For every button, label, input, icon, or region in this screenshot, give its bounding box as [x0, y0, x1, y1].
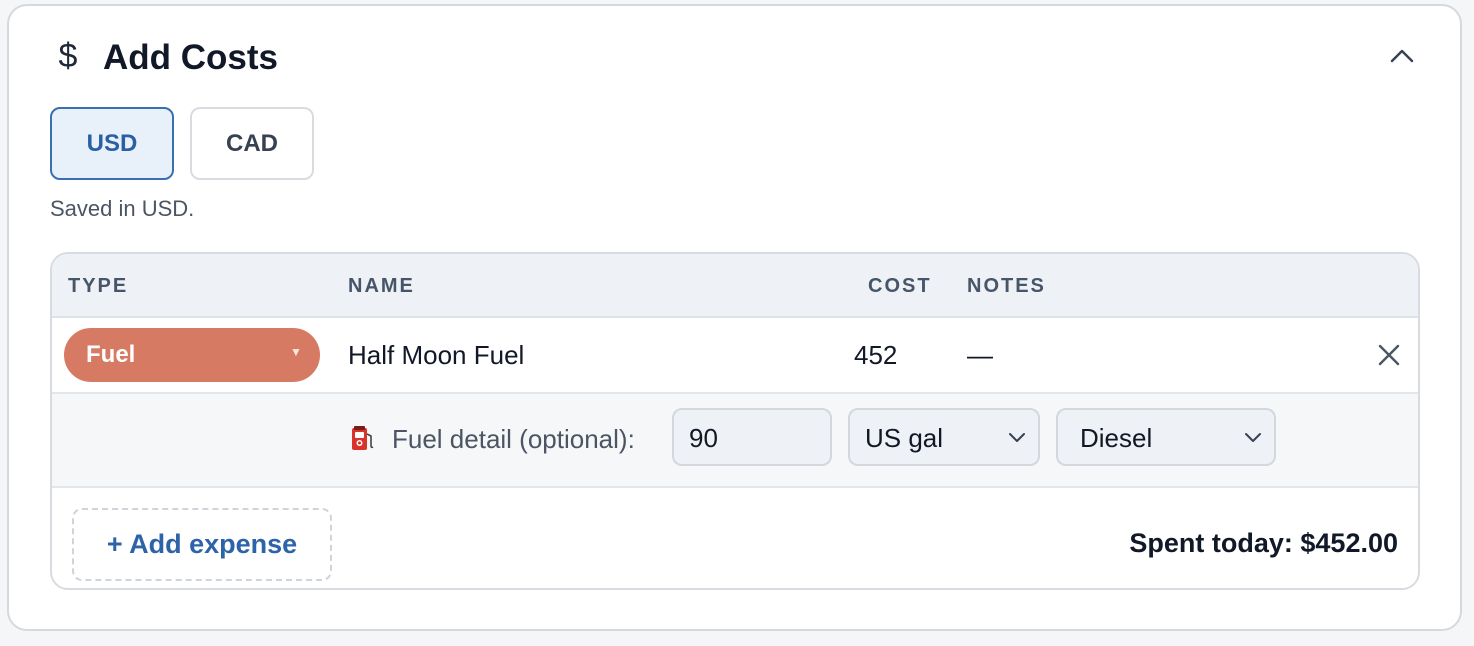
column-header-type: TYPE	[68, 275, 129, 297]
panel-header: $ Add Costs	[9, 6, 1460, 106]
currency-cad-button[interactable]: CAD	[190, 107, 314, 180]
add-expense-button[interactable]: + Add expense	[72, 508, 332, 581]
saved-currency-note: Saved in USD.	[50, 196, 195, 221]
expense-type-label: Fuel	[86, 341, 136, 368]
close-icon[interactable]	[1374, 340, 1404, 370]
expense-cost[interactable]: 452	[854, 340, 897, 371]
fuel-pump-icon	[352, 426, 374, 450]
spent-today-total: Spent today: $452.00	[1129, 528, 1398, 558]
chevron-up-icon[interactable]	[1387, 44, 1417, 68]
fuel-detail-row: Fuel detail (optional): 90 US gal Diesel	[52, 394, 1418, 488]
table-row: Fuel ▼ Half Moon Fuel 452 —	[52, 318, 1418, 394]
column-header-notes: NOTES	[967, 275, 1046, 297]
table-footer: + Add expense Spent today: $452.00	[52, 488, 1418, 588]
costs-table: TYPE NAME COST NOTES Fuel ▼ Half Moon Fu…	[50, 252, 1420, 590]
add-costs-panel: $ Add Costs USD CAD Saved in USD. TYPE N…	[7, 4, 1462, 631]
fuel-quantity-value: 90	[689, 423, 718, 453]
column-header-name: NAME	[348, 275, 415, 297]
chevron-down-icon	[1245, 433, 1261, 442]
currency-usd-button[interactable]: USD	[50, 107, 174, 180]
fuel-unit-select[interactable]: US gal	[848, 408, 1040, 466]
fuel-type-value: Diesel	[1080, 423, 1153, 453]
chevron-down-icon	[1009, 433, 1025, 442]
panel-title: Add Costs	[103, 38, 278, 77]
column-header-cost: COST	[868, 275, 932, 297]
table-header: TYPE NAME COST NOTES	[52, 254, 1418, 318]
fuel-detail-label: Fuel detail (optional):	[392, 424, 635, 454]
expense-type-select[interactable]: Fuel ▼	[64, 328, 320, 382]
fuel-unit-value: US gal	[865, 423, 944, 453]
fuel-type-select[interactable]: Diesel	[1056, 408, 1276, 466]
fuel-quantity-input[interactable]: 90	[672, 408, 832, 466]
dollar-icon: $	[58, 37, 78, 75]
expense-name[interactable]: Half Moon Fuel	[348, 340, 524, 371]
expense-notes[interactable]: —	[967, 340, 993, 371]
caret-down-icon: ▼	[290, 345, 302, 359]
